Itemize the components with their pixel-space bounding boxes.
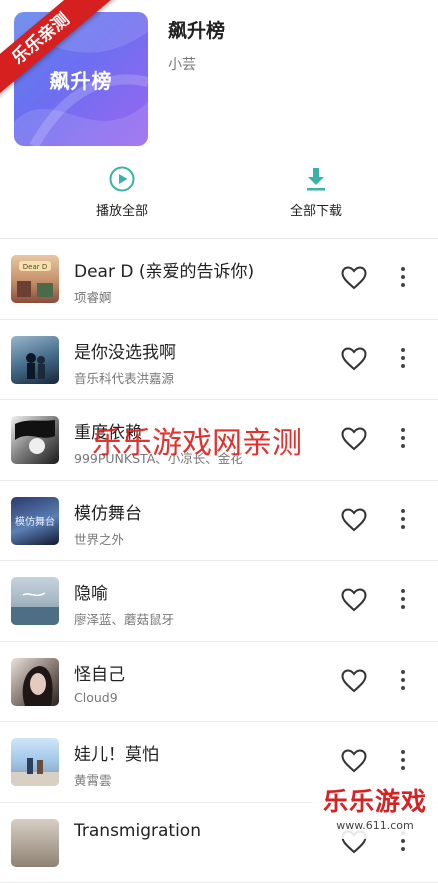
heart-icon[interactable]	[341, 749, 367, 773]
song-artist: 项睿婀	[74, 287, 112, 306]
heart-icon[interactable]	[341, 266, 367, 290]
song-artist: 世界之外	[74, 529, 124, 548]
song-row[interactable]: 模仿舞台 模仿舞台 世界之外	[0, 481, 438, 562]
watermark-text: 乐乐游戏网亲测	[92, 418, 302, 462]
song-artist: 音乐科代表洪嘉源	[74, 368, 174, 387]
watermark-logo-url: www.611.com	[312, 819, 438, 833]
song-artist: Cloud9	[74, 690, 118, 705]
play-circle-icon	[109, 166, 135, 192]
play-all-label: 播放全部	[77, 200, 167, 219]
song-cover: Dear D	[11, 255, 59, 303]
song-cover	[11, 738, 59, 786]
ribbon-badge: 乐乐亲测	[0, 0, 120, 120]
song-cover: 模仿舞台	[11, 497, 59, 545]
song-cover	[11, 658, 59, 706]
more-options-icon[interactable]	[397, 750, 409, 774]
song-cover	[11, 819, 59, 867]
heart-icon[interactable]	[341, 347, 367, 371]
song-title: 模仿舞台	[74, 499, 142, 524]
song-title: 是你没选我啊	[74, 338, 176, 363]
song-artist: 廖泽蓝、蘑菇鼠牙	[74, 609, 174, 628]
song-cover	[11, 336, 59, 384]
watermark-logo: 乐乐游戏 www.611.com	[312, 785, 438, 839]
song-cover	[11, 577, 59, 625]
download-icon	[303, 166, 329, 192]
song-title: Dear D (亲爱的告诉你)	[74, 257, 254, 282]
song-title: 娃儿！莫怕	[74, 740, 159, 765]
song-row[interactable]: 隐喻 廖泽蓝、蘑菇鼠牙	[0, 561, 438, 642]
song-row[interactable]: Dear D Dear D (亲爱的告诉你) 项睿婀	[0, 239, 438, 320]
cover-text: Dear D	[23, 263, 47, 271]
heart-icon[interactable]	[341, 508, 367, 532]
playlist-title: 飙升榜	[168, 16, 225, 43]
heart-icon[interactable]	[341, 669, 367, 693]
download-all-button[interactable]: 全部下载	[271, 166, 361, 219]
more-options-icon[interactable]	[397, 428, 409, 452]
song-artist: 黄霄雲	[74, 770, 112, 789]
watermark-logo-title: 乐乐游戏	[312, 785, 438, 819]
song-row[interactable]: 是你没选我啊 音乐科代表洪嘉源	[0, 320, 438, 401]
song-cover	[11, 416, 59, 464]
song-title: 隐喻	[74, 579, 108, 604]
more-options-icon[interactable]	[397, 589, 409, 613]
more-options-icon[interactable]	[397, 267, 409, 291]
heart-icon[interactable]	[341, 427, 367, 451]
heart-icon[interactable]	[341, 588, 367, 612]
song-title: Transmigration	[74, 821, 201, 841]
song-title: 怪自己	[74, 660, 125, 685]
more-options-icon[interactable]	[397, 348, 409, 372]
more-options-icon[interactable]	[397, 670, 409, 694]
more-options-icon[interactable]	[397, 509, 409, 533]
playlist-owner[interactable]: 小芸	[168, 54, 196, 74]
download-all-label: 全部下载	[271, 200, 361, 219]
cover-text: 模仿舞台	[15, 515, 55, 528]
ribbon-label: 乐乐亲测	[0, 0, 116, 105]
play-all-button[interactable]: 播放全部	[77, 166, 167, 219]
song-row[interactable]: 怪自己 Cloud9	[0, 642, 438, 723]
